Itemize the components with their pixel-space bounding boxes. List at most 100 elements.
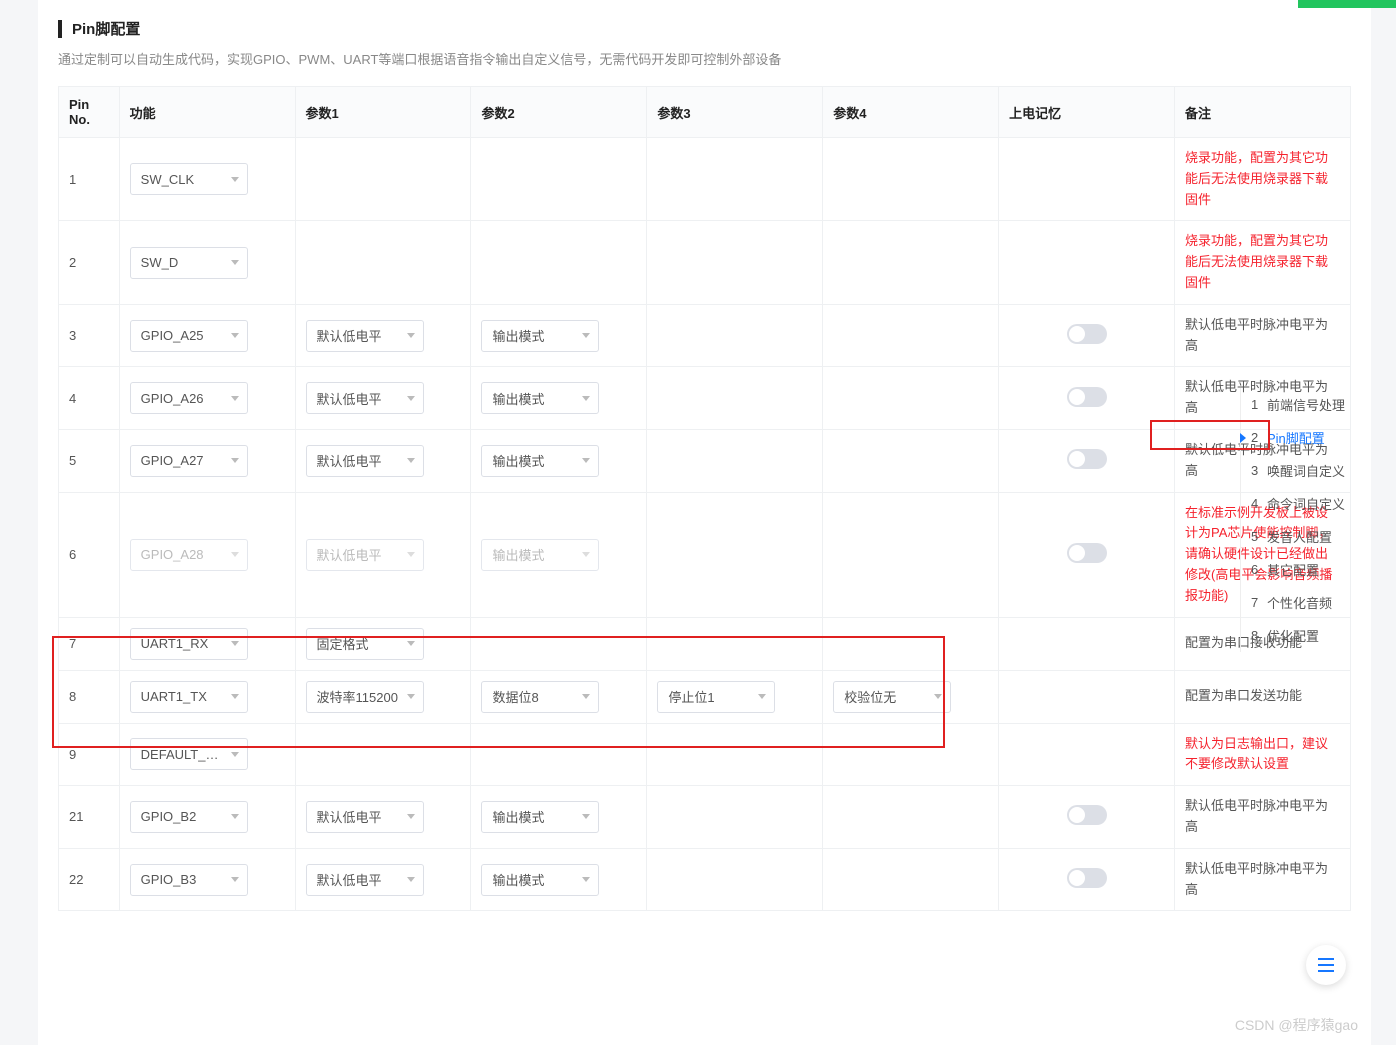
param1-select[interactable]: 默认低电平	[306, 320, 424, 352]
cell-p1: 固定格式	[295, 617, 471, 670]
nav-item-1[interactable]: 1 前端信号处理	[1241, 388, 1360, 421]
param3-select[interactable]: 停止位1	[657, 681, 775, 713]
param2-select[interactable]: 输出模式	[481, 382, 599, 414]
param1-select-value: 默认低电平	[317, 451, 382, 470]
func-select-value: GPIO_B3	[141, 872, 197, 887]
cell-p3: 停止位1	[647, 670, 823, 723]
chevron-down-icon	[231, 458, 239, 463]
param2-select[interactable]: 输出模式	[481, 864, 599, 896]
param1-select-value: 波特率115200	[317, 687, 398, 706]
cell-pinno: 2	[59, 221, 120, 304]
nav-item-2[interactable]: 2 Pin脚配置	[1241, 421, 1360, 454]
power-memory-toggle[interactable]	[1067, 324, 1107, 344]
power-memory-toggle[interactable]	[1067, 449, 1107, 469]
func-select[interactable]: DEFAULT_LOG	[130, 738, 248, 770]
cell-pinno: 5	[59, 429, 120, 492]
cell-p3	[647, 786, 823, 849]
chevron-down-icon	[582, 458, 590, 463]
nav-item-6[interactable]: 6 其它配置	[1241, 553, 1360, 586]
cell-p3	[647, 138, 823, 221]
param1-select[interactable]: 波特率115200	[306, 681, 424, 713]
th-note: 备注	[1175, 87, 1351, 138]
cell-p2	[471, 221, 647, 304]
cell-pinno: 7	[59, 617, 120, 670]
chevron-down-icon	[934, 694, 942, 699]
chevron-down-icon	[407, 396, 415, 401]
nav-label: 优化配置	[1267, 626, 1319, 645]
float-help-button[interactable]	[1306, 945, 1346, 985]
func-select: GPIO_A28	[130, 539, 248, 571]
th-func: 功能	[119, 87, 295, 138]
nav-label: Pin脚配置	[1267, 428, 1325, 447]
table-row: 1 SW_CLK 烧录功能，配置为其它功能后无法使用烧录器下载固件	[59, 138, 1351, 221]
param4-select[interactable]: 校验位无	[833, 681, 951, 713]
func-select-value: UART1_TX	[141, 689, 207, 704]
func-select-value: GPIO_A25	[141, 328, 204, 343]
table-row: 2 SW_D 烧录功能，配置为其它功能后无法使用烧录器下载固件	[59, 221, 1351, 304]
func-select-value: UART1_RX	[141, 636, 209, 651]
power-memory-toggle[interactable]	[1067, 543, 1107, 563]
nav-item-5[interactable]: 5 发音人配置	[1241, 520, 1360, 553]
cell-mem	[999, 367, 1175, 430]
power-memory-toggle[interactable]	[1067, 387, 1107, 407]
param1-select[interactable]: 默认低电平	[306, 864, 424, 896]
nav-idx: 1	[1251, 397, 1267, 412]
param2-select[interactable]: 数据位8	[481, 681, 599, 713]
th-pinno: Pin No.	[59, 87, 120, 138]
cell-p1	[295, 221, 471, 304]
cell-p4	[823, 848, 999, 911]
chevron-down-icon	[231, 552, 239, 557]
func-select[interactable]: GPIO_B3	[130, 864, 248, 896]
nav-idx: 3	[1251, 463, 1267, 478]
chevron-down-icon	[231, 752, 239, 757]
power-memory-toggle[interactable]	[1067, 805, 1107, 825]
cell-func: SW_CLK	[119, 138, 295, 221]
nav-item-8[interactable]: 8 优化配置	[1241, 619, 1360, 652]
watermark: CSDN @程序猿gao	[1235, 1015, 1358, 1035]
cell-p4	[823, 786, 999, 849]
cell-note: 配置为串口发送功能	[1175, 670, 1351, 723]
nav-label: 发音人配置	[1267, 527, 1332, 546]
func-select[interactable]: GPIO_A26	[130, 382, 248, 414]
table-row: 7 UART1_RX 固定格式 配置为串口接收功能	[59, 617, 1351, 670]
func-select[interactable]: GPIO_A27	[130, 445, 248, 477]
chevron-down-icon	[758, 694, 766, 699]
func-select[interactable]: GPIO_B2	[130, 801, 248, 833]
func-select[interactable]: SW_D	[130, 247, 248, 279]
cell-p3	[647, 304, 823, 367]
nav-idx: 2	[1251, 430, 1267, 445]
cell-p2: 数据位8	[471, 670, 647, 723]
param1-select[interactable]: 固定格式	[306, 628, 424, 660]
chevron-down-icon	[231, 814, 239, 819]
cell-p4	[823, 723, 999, 786]
cell-p4	[823, 221, 999, 304]
cell-note: 默认低电平时脉冲电平为高	[1175, 786, 1351, 849]
cell-p4	[823, 617, 999, 670]
param2-select-value: 输出模式	[492, 870, 544, 889]
param1-select: 默认低电平	[306, 539, 424, 571]
func-select[interactable]: GPIO_A25	[130, 320, 248, 352]
nav-item-4[interactable]: 4 命令词自定义	[1241, 487, 1360, 520]
cell-func: GPIO_A26	[119, 367, 295, 430]
cell-note: 默认低电平时脉冲电平为高	[1175, 848, 1351, 911]
power-memory-toggle[interactable]	[1067, 868, 1107, 888]
func-select[interactable]: UART1_TX	[130, 681, 248, 713]
table-row: 4 GPIO_A26 默认低电平 输出模式 默认低电平时脉冲电平为高	[59, 367, 1351, 430]
param2-select[interactable]: 输出模式	[481, 320, 599, 352]
param2-select[interactable]: 输出模式	[481, 445, 599, 477]
cell-mem	[999, 670, 1175, 723]
param2-select: 输出模式	[481, 539, 599, 571]
param2-select-value: 输出模式	[492, 389, 544, 408]
cell-mem	[999, 848, 1175, 911]
param1-select-value: 默认低电平	[317, 389, 382, 408]
func-select[interactable]: SW_CLK	[130, 163, 248, 195]
nav-item-7[interactable]: 7 个性化音频	[1241, 586, 1360, 619]
param1-select[interactable]: 默认低电平	[306, 801, 424, 833]
nav-item-3[interactable]: 3 唤醒词自定义	[1241, 454, 1360, 487]
cell-note: 烧录功能，配置为其它功能后无法使用烧录器下载固件	[1175, 138, 1351, 221]
nav-idx: 8	[1251, 628, 1267, 643]
param1-select[interactable]: 默认低电平	[306, 445, 424, 477]
func-select[interactable]: UART1_RX	[130, 628, 248, 660]
param2-select[interactable]: 输出模式	[481, 801, 599, 833]
param1-select[interactable]: 默认低电平	[306, 382, 424, 414]
